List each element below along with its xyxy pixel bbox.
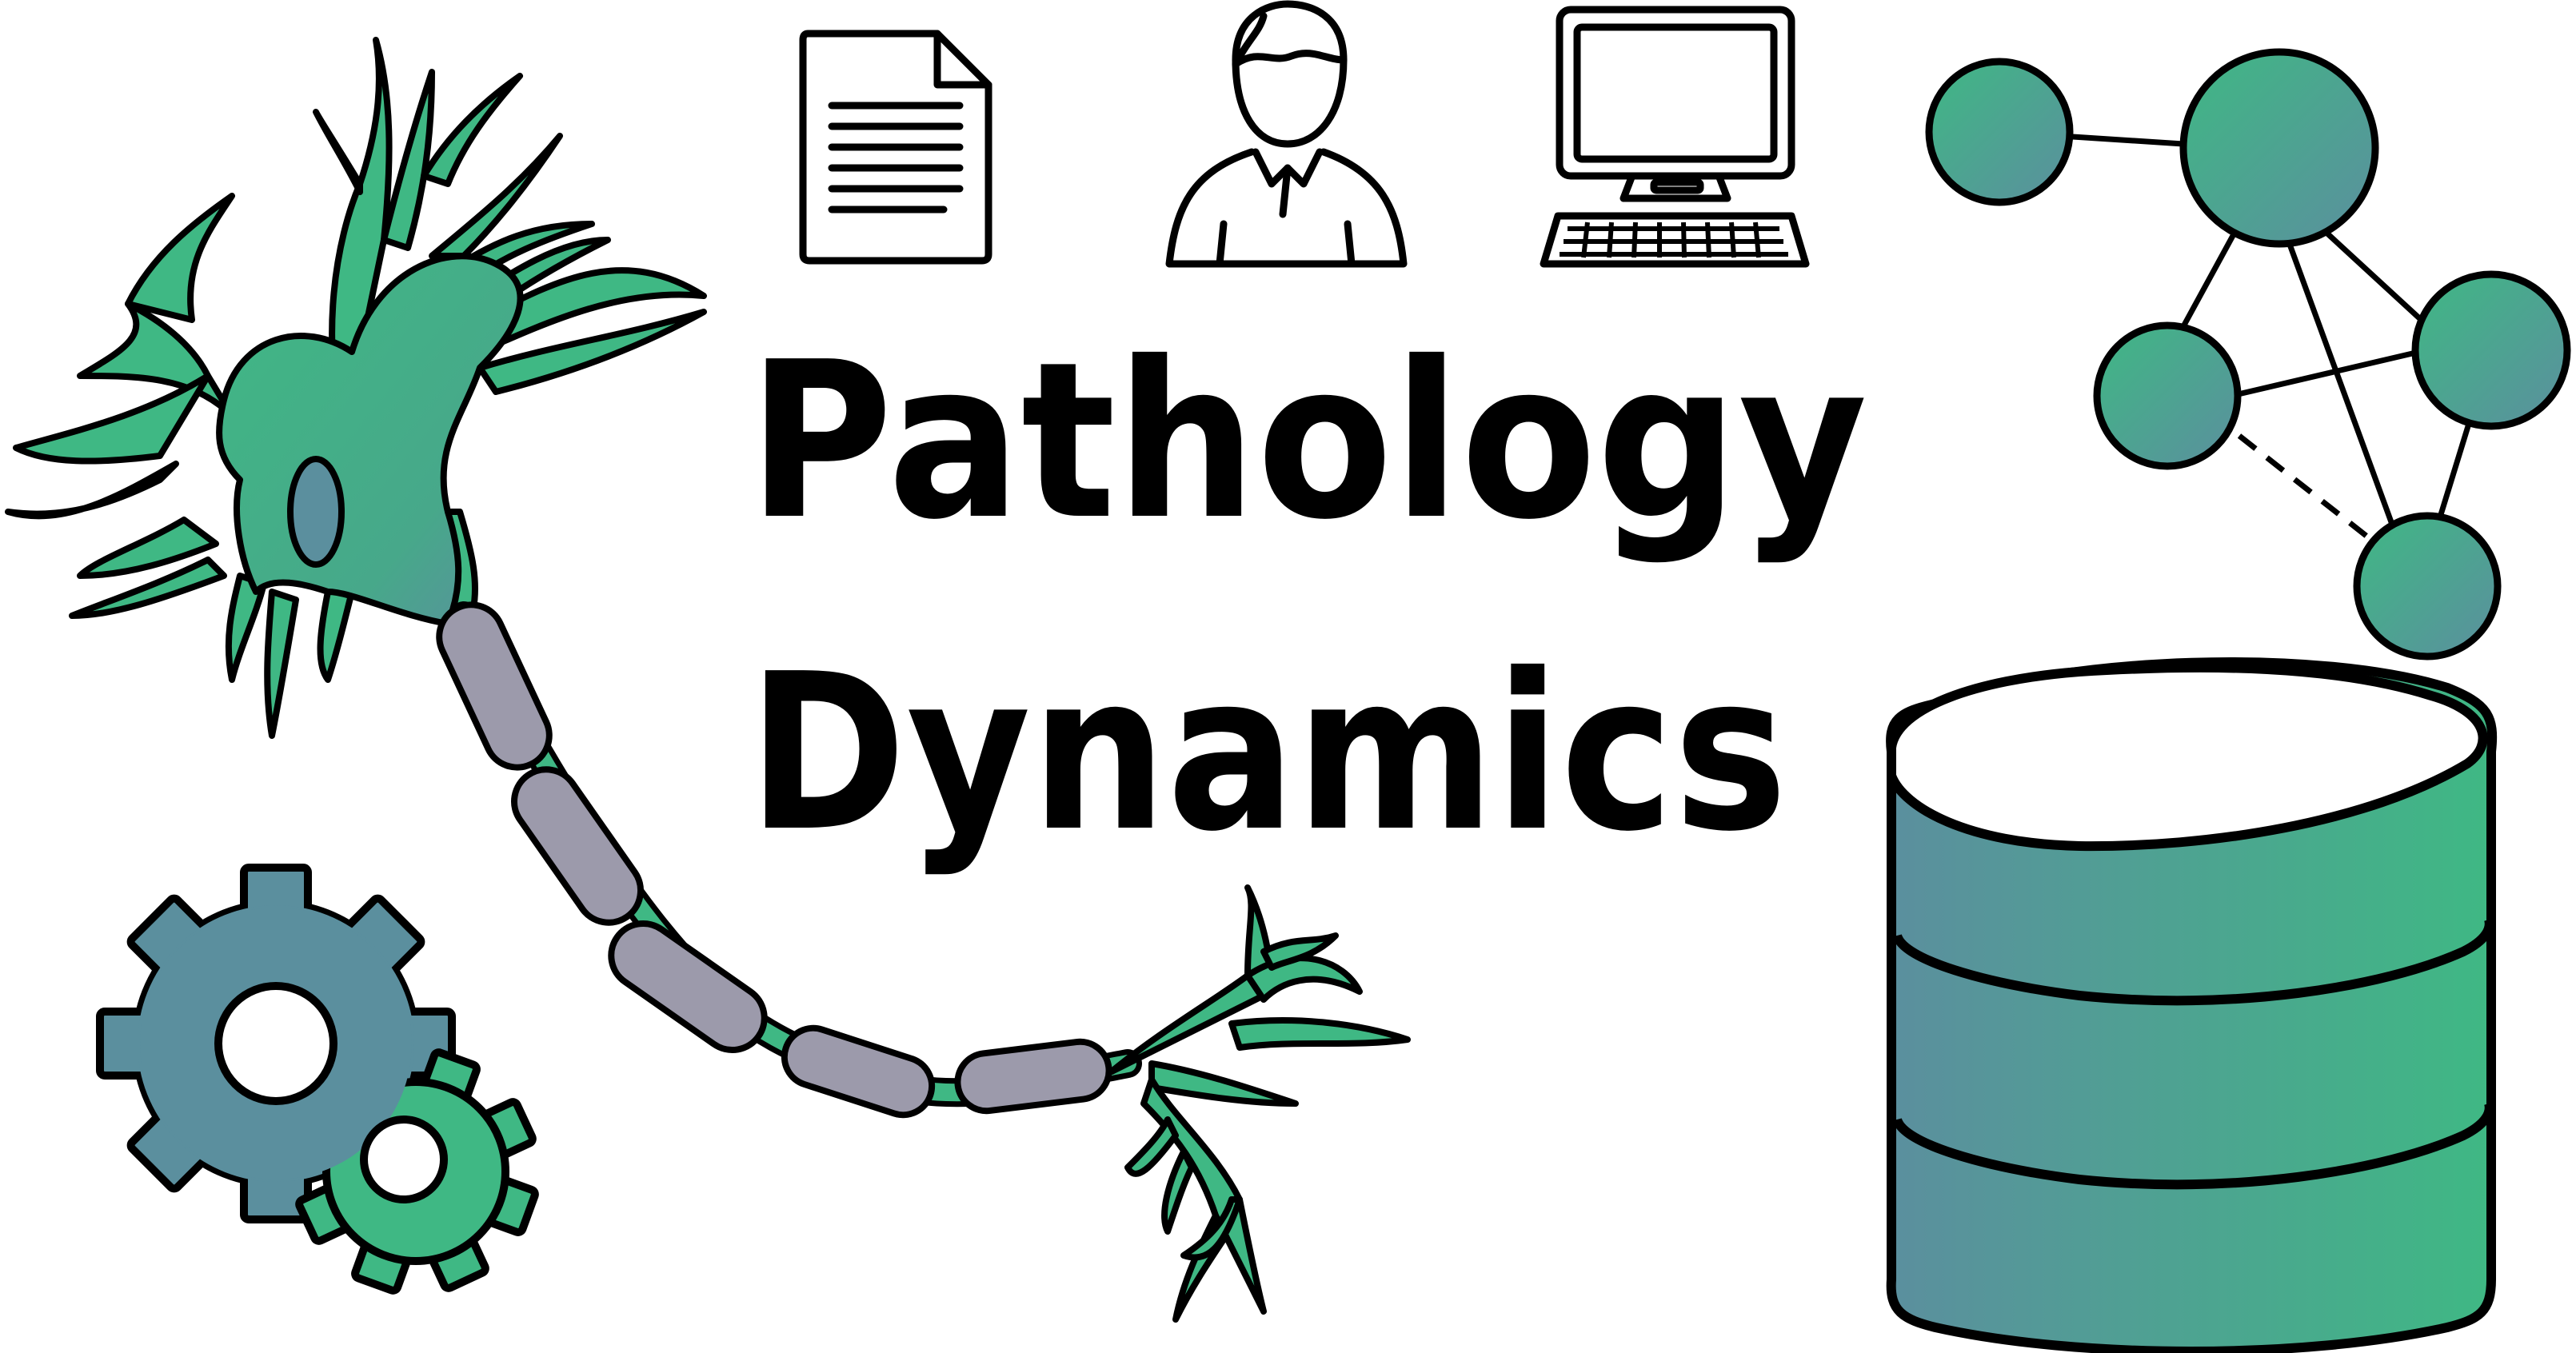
network-node: [2411, 270, 2571, 430]
title-line-2: Dynamics: [748, 627, 1787, 879]
network-node: [2179, 48, 2379, 248]
network-node: [1925, 58, 2074, 206]
document-icon: [799, 30, 992, 265]
myelin-segment: [781, 1024, 936, 1119]
network-graph-icon: [1925, 48, 2571, 661]
person-icon: [1165, 0, 1408, 268]
neuron-nucleus: [287, 456, 345, 568]
myelin-segment: [954, 1038, 1112, 1115]
title-line-1: Pathology: [748, 315, 1867, 567]
title: Pathology Dynamics: [748, 315, 1867, 879]
myelin-segment: [608, 920, 768, 1054]
pathology-dynamics-logo: Pathology Dynamics: [5, 0, 2571, 1353]
computer-icon: [1540, 6, 1810, 268]
network-nodes: [1925, 48, 2571, 661]
gear-small-icon: [140, 908, 539, 1295]
network-node: [2353, 512, 2502, 661]
keyboard-keys: [1560, 222, 1788, 258]
network-node: [2093, 321, 2242, 470]
myelin-segment: [436, 601, 553, 771]
gear-icon: [96, 864, 539, 1295]
myelin-segment: [510, 766, 645, 926]
database-icon: [1886, 657, 2498, 1353]
axon-terminals: [1108, 884, 1411, 1323]
